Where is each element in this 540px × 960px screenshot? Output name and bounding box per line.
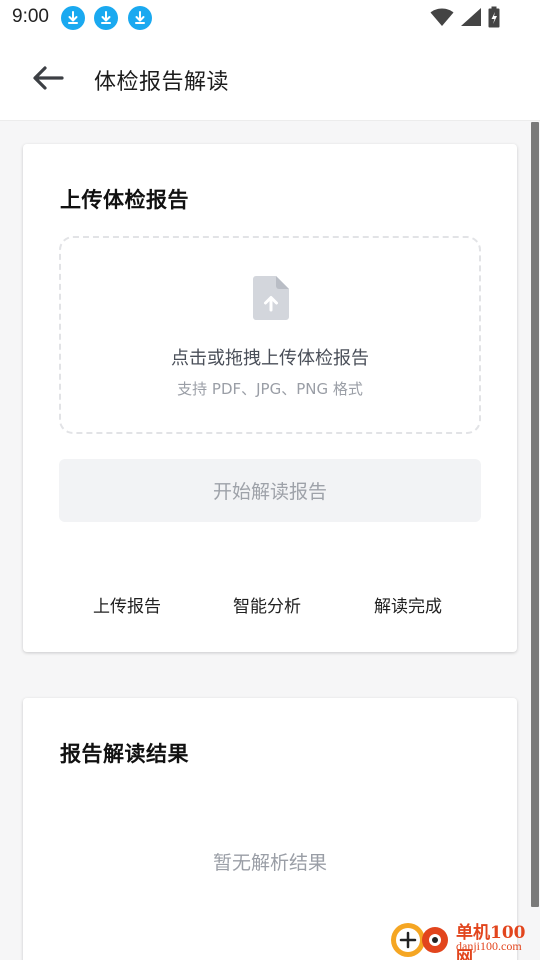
page-title: 体检报告解读: [94, 70, 230, 95]
download-icon: [61, 6, 85, 30]
upload-card-title: 上传体检报告: [60, 188, 189, 212]
empty-result-text: 暂无解析结果: [212, 852, 327, 874]
dropzone-hint: 点击或拖拽上传体检报告: [171, 348, 369, 369]
watermark: 单机100网 danji100.com: [388, 916, 538, 960]
signal-icon: [461, 8, 481, 26]
wifi-icon: [430, 8, 454, 26]
back-button[interactable]: [28, 60, 68, 96]
watermark-logo-icon: [391, 923, 448, 957]
status-icons: [430, 6, 500, 28]
upload-dropzone[interactable]: 点击或拖拽上传体检报告 支持 PDF、JPG、PNG 格式: [59, 236, 481, 434]
result-card-title: 报告解读结果: [60, 742, 189, 766]
step-upload: 上传报告: [93, 597, 161, 617]
dropzone-format-hint: 支持 PDF、JPG、PNG 格式: [177, 380, 363, 398]
start-analysis-button[interactable]: 开始解读报告: [59, 459, 481, 522]
step-analysis: 智能分析: [233, 597, 301, 617]
status-bar: 9:00: [0, 0, 540, 36]
screen: 9:00 体检报告解读 上传体检报告 点击或拖拽上传体检报告 支持 PDF、JP…: [0, 0, 540, 960]
app-bar: 体检报告解读: [0, 36, 540, 121]
progress-steps: 上传报告 智能分析 解读完成: [23, 592, 517, 618]
battery-icon: [488, 6, 500, 28]
arrow-left-icon: [33, 66, 64, 90]
scrollbar[interactable]: [531, 122, 539, 907]
status-time: 9:00: [12, 6, 49, 27]
download-icon: [94, 6, 118, 30]
watermark-domain: danji100.com: [456, 939, 522, 953]
upload-card: 上传体检报告 点击或拖拽上传体检报告 支持 PDF、JPG、PNG 格式 开始解…: [23, 144, 517, 652]
step-complete: 解读完成: [374, 597, 442, 617]
download-icon: [128, 6, 152, 30]
file-upload-icon: [253, 276, 289, 320]
